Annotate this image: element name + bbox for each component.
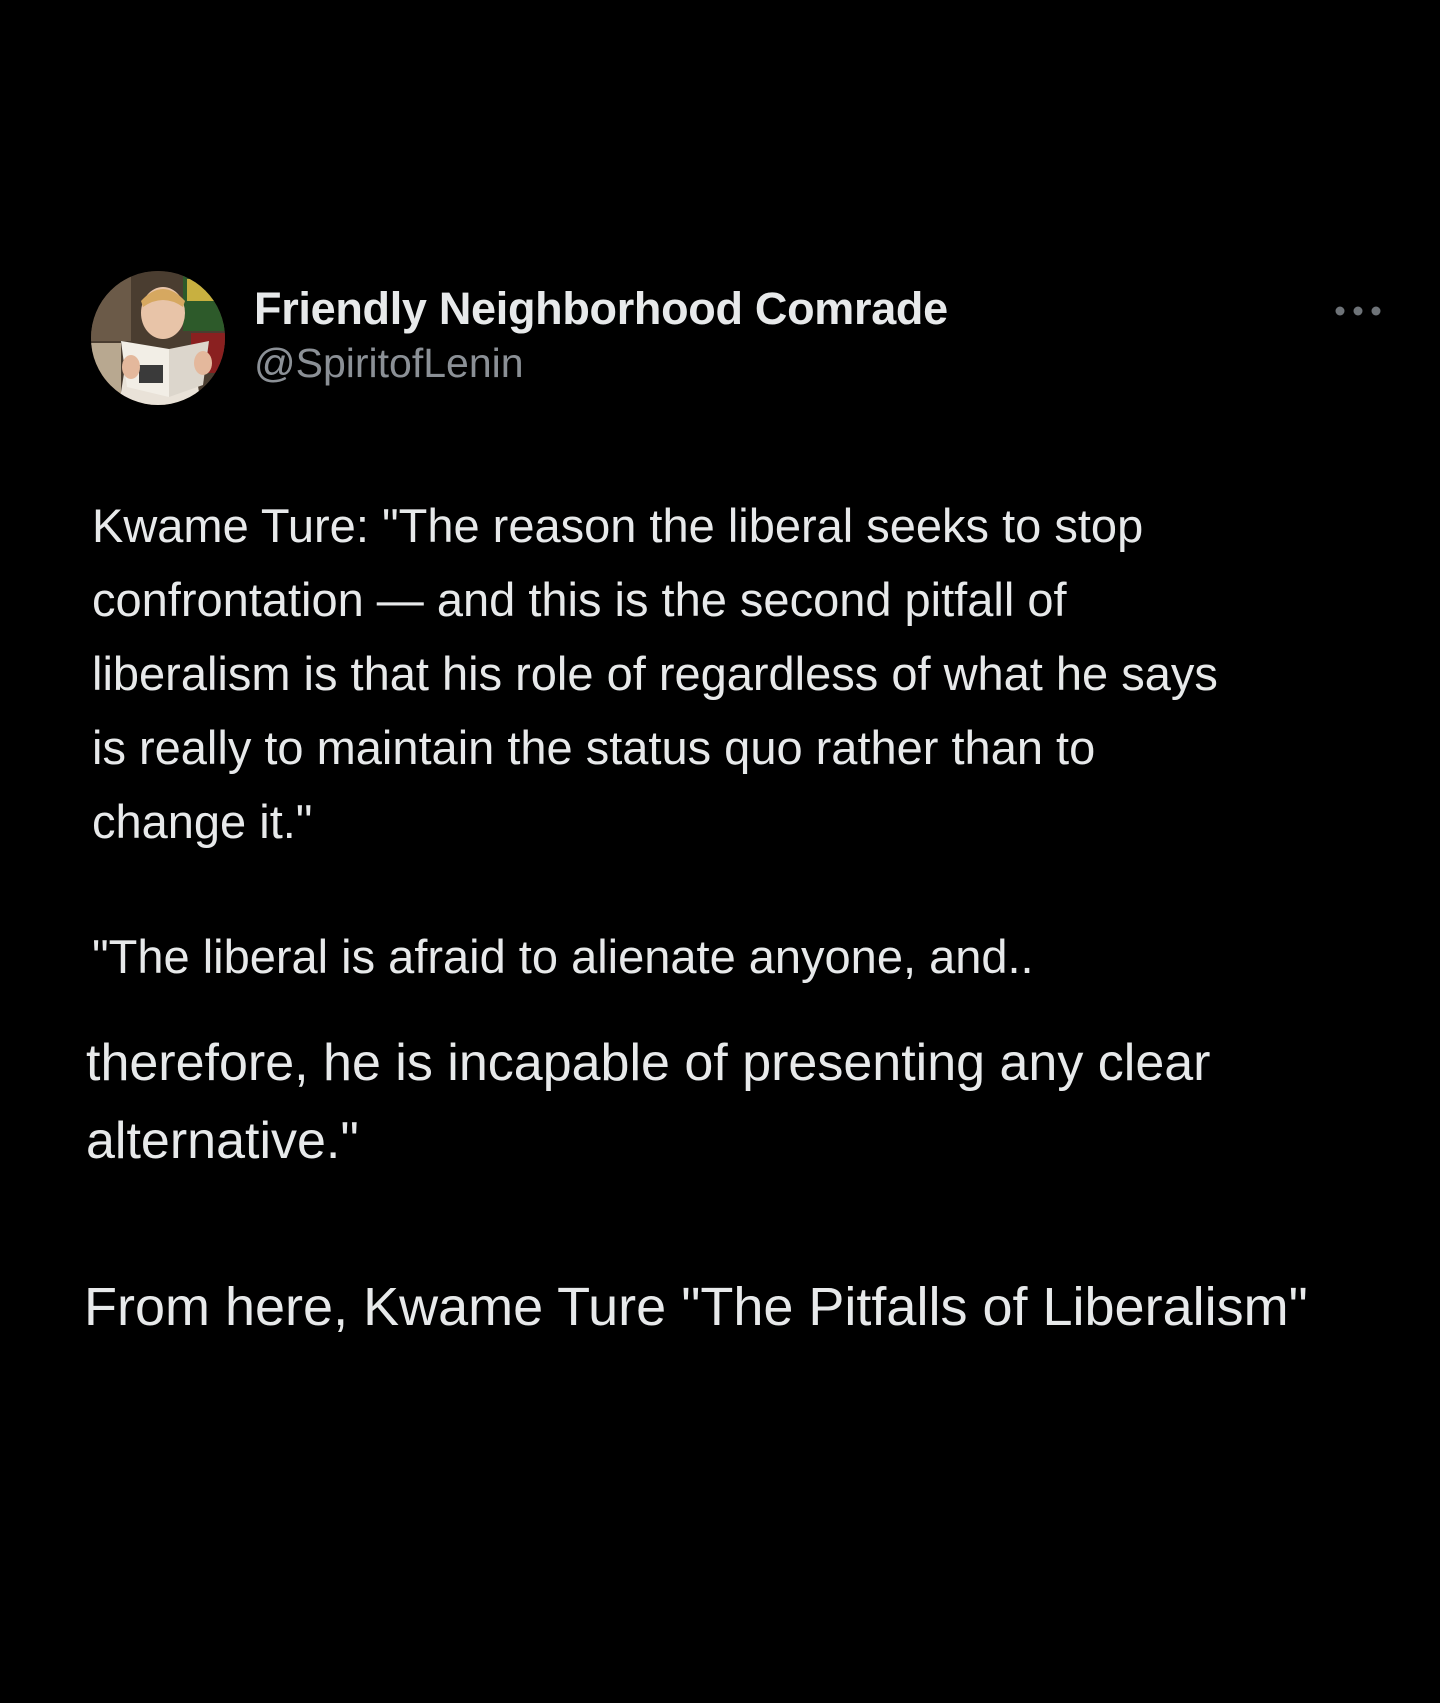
- profile-photo-icon: [91, 271, 225, 405]
- tweet-text-paragraph-3: therefore, he is incapable of presenting…: [86, 1024, 1210, 1180]
- avatar[interactable]: [91, 271, 225, 405]
- author-display-name[interactable]: Friendly Neighborhood Comrade: [254, 283, 948, 335]
- tweet: Friendly Neighborhood Comrade @SpiritofL…: [0, 0, 1440, 1703]
- tweet-text-line: is really to maintain the status quo rat…: [92, 721, 1096, 774]
- tweet-text-line: change it.": [92, 795, 313, 848]
- tweet-text-line: therefore, he is incapable of presenting…: [86, 1034, 1211, 1092]
- tweet-text-paragraph-2: "The liberal is afraid to alienate anyon…: [92, 930, 1034, 983]
- tweet-text-line: liberalism is that his role of regardles…: [92, 647, 1218, 700]
- tweet-text-line: alternative.": [86, 1112, 359, 1170]
- tweet-text-paragraph-1: Kwame Ture: "The reason the liberal seek…: [92, 489, 1218, 859]
- ellipsis-icon: [1335, 306, 1381, 316]
- more-options-button[interactable]: [1328, 294, 1388, 328]
- author-handle[interactable]: @SpiritofLenin: [254, 340, 524, 387]
- tweet-text-paragraph-4: From here, Kwame Ture "The Pitfalls of L…: [84, 1277, 1308, 1337]
- tweet-text-line: Kwame Ture: "The reason the liberal seek…: [92, 499, 1144, 552]
- tweet-text-line: confrontation — and this is the second p…: [92, 573, 1067, 626]
